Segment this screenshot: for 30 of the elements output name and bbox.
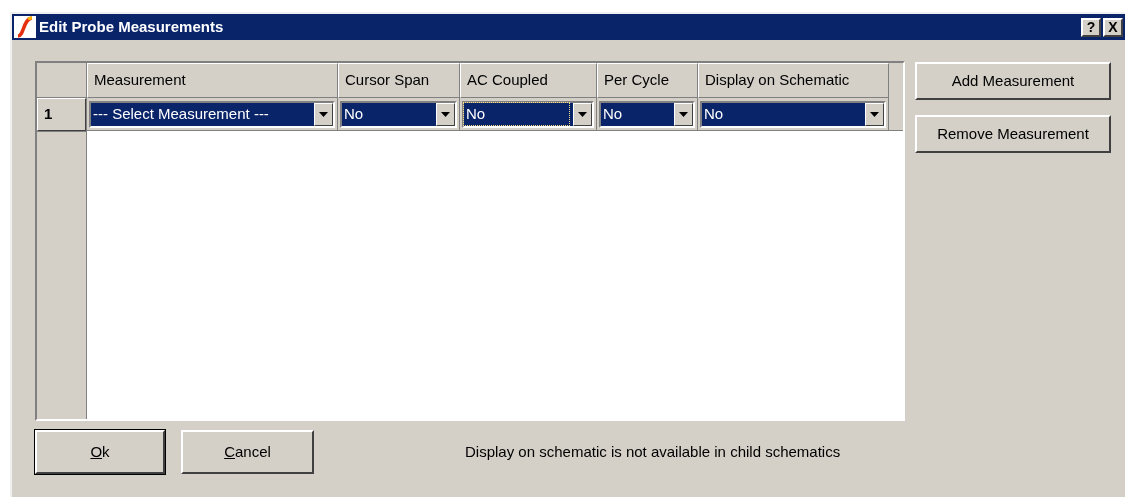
- down-arrow-icon: [679, 111, 688, 117]
- dropdown-field[interactable]: No: [700, 100, 886, 128]
- help-button[interactable]: ?: [1081, 17, 1101, 37]
- ok-button[interactable]: Ok: [35, 430, 165, 474]
- column-header[interactable]: Cursor Span: [338, 63, 460, 98]
- dropdown-field[interactable]: No: [599, 100, 695, 128]
- column-header[interactable]: Measurement: [87, 63, 338, 98]
- info-note: Display on schematic is not available in child schematics: [465, 441, 841, 462]
- column-header[interactable]: AC Coupled: [460, 63, 597, 98]
- window-title: Edit Probe Measurements: [39, 16, 224, 37]
- down-arrow-icon: [870, 111, 879, 117]
- column-header[interactable]: Per Cycle: [597, 63, 698, 98]
- down-arrow-icon: [319, 111, 328, 117]
- dropdown-arrow-button[interactable]: [865, 102, 884, 126]
- column-header[interactable]: Display on Schematic: [698, 63, 889, 98]
- dropdown-arrow-button[interactable]: [573, 102, 592, 126]
- dropdown-arrow-button[interactable]: [314, 102, 333, 126]
- dropdown-field[interactable]: No: [340, 100, 457, 128]
- app-logo-icon: [14, 16, 36, 38]
- dropdown-arrow-button[interactable]: [674, 102, 693, 126]
- down-arrow-icon: [441, 111, 450, 117]
- row-number: 1: [37, 98, 86, 131]
- cancel-button[interactable]: Cancel: [181, 430, 314, 474]
- dropdown-field[interactable]: No: [462, 100, 594, 128]
- dropdown-field[interactable]: --- Select Measurement ---: [89, 100, 335, 128]
- remove-measurement-button[interactable]: Remove Measurement: [915, 115, 1111, 153]
- close-button[interactable]: X: [1103, 17, 1123, 37]
- add-measurement-button[interactable]: Add Measurement: [915, 62, 1111, 100]
- down-arrow-icon: [578, 111, 587, 117]
- dropdown-arrow-button[interactable]: [436, 102, 455, 126]
